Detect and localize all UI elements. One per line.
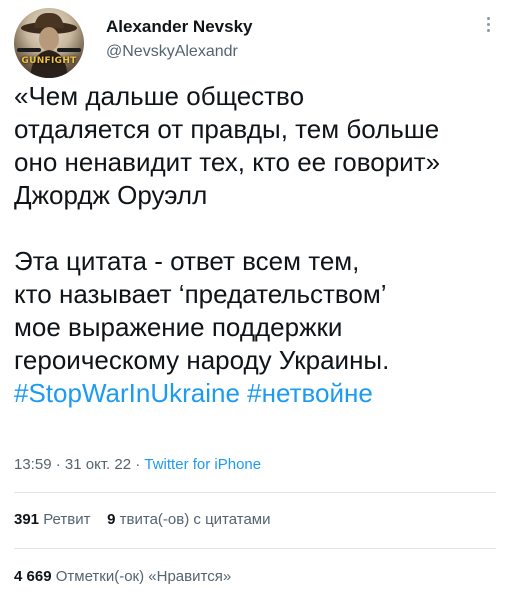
retweet-stats: 391 Ретвит 9 твита(-ов) с цитатами	[14, 510, 271, 530]
tweet-line: Джордж Оруэлл	[14, 180, 208, 210]
avatar-caption: GUNFIGHT	[21, 56, 77, 66]
meta-separator: ·	[51, 456, 65, 473]
retweets-count: 391	[14, 511, 40, 528]
tweet-line: «Чем дальше общество	[14, 81, 305, 111]
tweet-blank-line	[14, 212, 499, 245]
author-handle[interactable]: @NevskyAlexandr	[106, 41, 252, 63]
tweet-header: GUNFIGHT Alexander Nevsky @NevskyAlexand…	[14, 8, 496, 78]
display-name[interactable]: Alexander Nevsky	[106, 16, 252, 38]
hashtag-link[interactable]: #StopWarInUkraine	[14, 378, 240, 408]
tweet-line: кто называет ‘предательством’	[14, 279, 387, 309]
author-names: Alexander Nevsky @NevskyAlexandr	[106, 16, 252, 63]
likes-count: 4 669	[14, 568, 52, 585]
tweet-source-link[interactable]: Twitter for iPhone	[144, 456, 261, 473]
likes-link[interactable]: 4 669 Отметки(-ок) «Нравится»	[14, 568, 231, 585]
tweet-line: отдаляется от правды, тем больше	[14, 114, 440, 144]
likes-stats: 4 669 Отметки(-ок) «Нравится»	[14, 567, 231, 587]
tweet-line: оно ненавидит тех, кто ее говорит»	[14, 147, 441, 177]
retweets-label: Ретвит	[43, 511, 91, 528]
quotes-label: твита(-ов) с цитатами	[119, 511, 271, 528]
likes-label: Отметки(-ок) «Нравится»	[55, 568, 232, 585]
tweet-line: Эта цитата - ответ всем тем,	[14, 246, 360, 276]
retweets-link[interactable]: 391 Ретвит	[14, 511, 90, 528]
tweet-line: мое выражение поддержки	[14, 312, 343, 342]
quotes-count: 9	[107, 511, 116, 528]
tweet-text: «Чем дальше общество отдаляется от правд…	[14, 80, 499, 410]
tweet-line: героическому народу Украины.	[14, 345, 390, 375]
tweet-card: GUNFIGHT Alexander Nevsky @NevskyAlexand…	[0, 0, 510, 604]
hashtag-link[interactable]: #нетвойне	[247, 378, 373, 408]
vertical-ellipsis-icon[interactable]	[482, 14, 494, 38]
quotes-link[interactable]: 9 твита(-ов) с цитатами	[107, 511, 270, 528]
divider	[14, 548, 496, 549]
divider	[14, 492, 496, 493]
tweet-date[interactable]: 31 окт. 22	[65, 456, 131, 473]
tweet-meta: 13:59 · 31 окт. 22 · Twitter for iPhone	[14, 455, 261, 475]
avatar[interactable]: GUNFIGHT	[14, 8, 84, 78]
cowboy-avatar-icon	[17, 12, 81, 78]
meta-separator: ·	[131, 456, 145, 473]
hashtag-line: #StopWarInUkraine #нетвойне	[14, 377, 499, 410]
tweet-time[interactable]: 13:59	[14, 456, 52, 473]
